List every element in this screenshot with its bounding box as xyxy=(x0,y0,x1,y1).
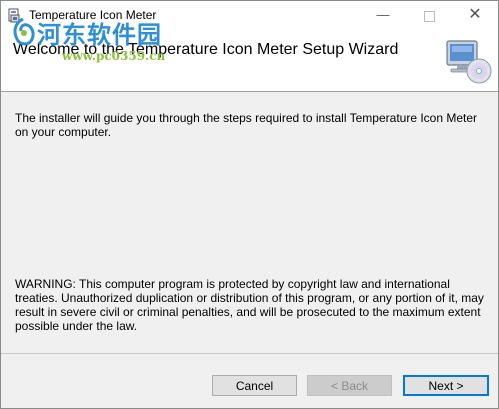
title-bar[interactable]: Temperature Icon Meter — ✕ xyxy=(1,1,498,31)
wizard-header: Welcome to the Temperature Icon Meter Se… xyxy=(1,31,498,92)
cancel-button[interactable]: Cancel xyxy=(212,375,297,396)
installer-app-icon xyxy=(8,8,20,23)
installer-window: Temperature Icon Meter — ✕ Welcome to th… xyxy=(0,0,499,409)
close-button[interactable]: ✕ xyxy=(452,1,498,31)
maximize-button xyxy=(406,1,452,31)
minimize-icon: — xyxy=(376,7,390,22)
wizard-heading: Welcome to the Temperature Icon Meter Se… xyxy=(13,41,399,58)
copyright-warning: WARNING: This computer program is protec… xyxy=(15,277,484,333)
minimize-button[interactable]: — xyxy=(360,1,406,31)
back-button: < Back xyxy=(307,375,392,396)
close-icon: ✕ xyxy=(468,6,482,23)
footer-divider xyxy=(1,353,498,354)
intro-text: The installer will guide you through the… xyxy=(15,111,478,139)
next-button[interactable]: Next > xyxy=(403,375,489,396)
window-title: Temperature Icon Meter xyxy=(29,8,157,22)
maximize-icon xyxy=(423,11,435,22)
computer-cd-icon xyxy=(446,40,492,84)
